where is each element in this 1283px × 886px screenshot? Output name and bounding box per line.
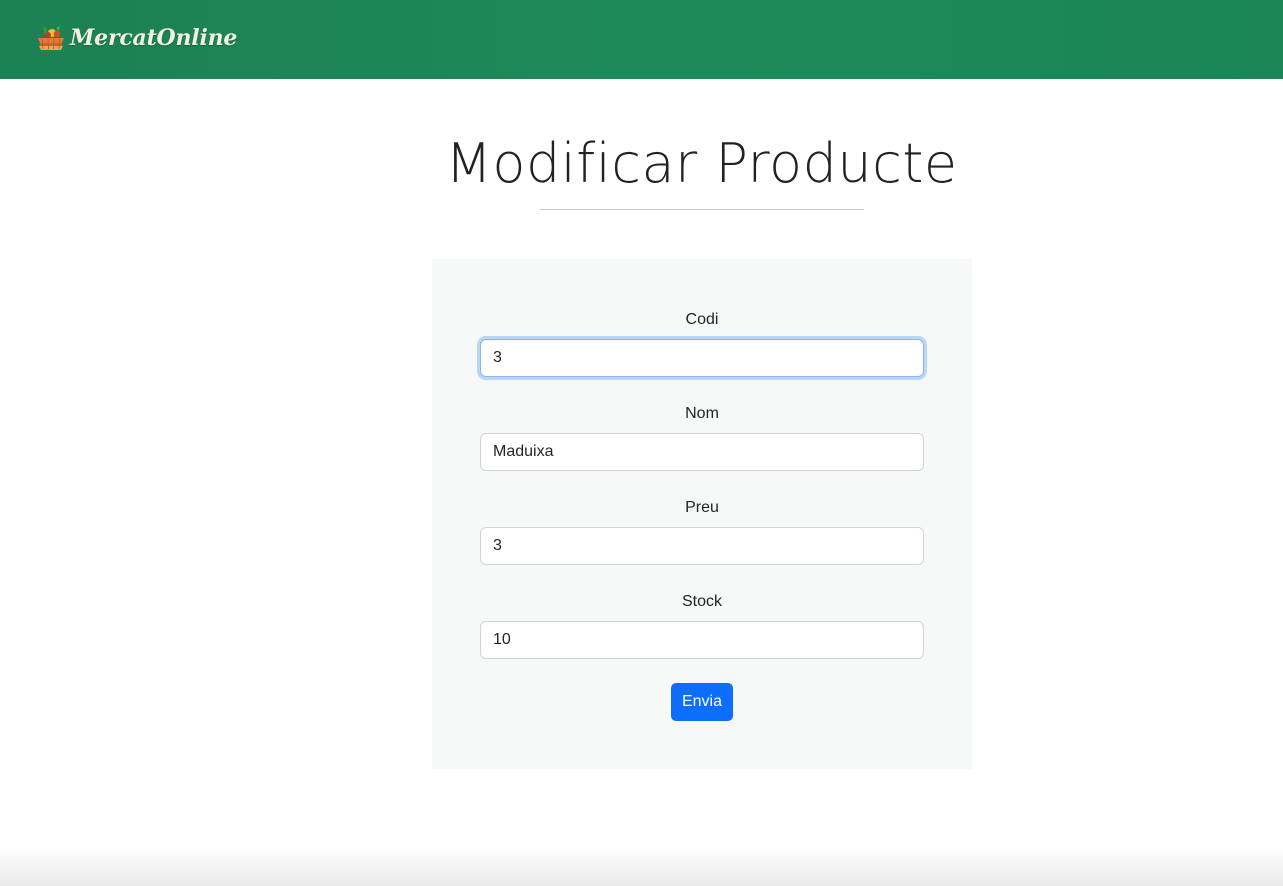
- stock-input[interactable]: [480, 621, 924, 659]
- top-navbar: MercatOnline: [0, 0, 1283, 79]
- envia-button[interactable]: Envia: [671, 683, 733, 721]
- page-title: Modificar Producte: [445, 132, 958, 195]
- preu-label: Preu: [685, 499, 719, 516]
- preu-input[interactable]: [480, 527, 924, 565]
- nom-label: Nom: [685, 405, 719, 422]
- nom-input[interactable]: [480, 433, 924, 471]
- title-divider: [540, 209, 864, 210]
- brand-link[interactable]: MercatOnline: [36, 20, 237, 56]
- stock-label: Stock: [681, 593, 722, 610]
- bottom-shadow: [0, 846, 1283, 886]
- produce-basket-icon: [38, 26, 64, 50]
- codi-input[interactable]: [480, 339, 924, 377]
- modify-product-form: Codi Nom Preu Stock Envia: [432, 259, 972, 769]
- brand-name: MercatOnline: [70, 25, 238, 51]
- codi-label: Codi: [685, 311, 719, 328]
